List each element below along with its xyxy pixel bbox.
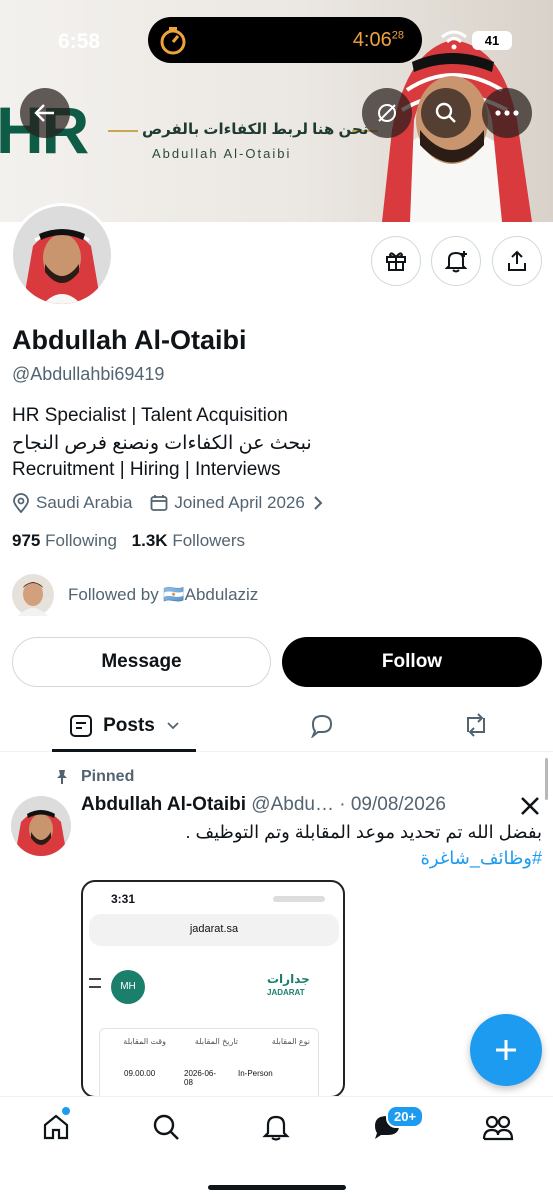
bio-line: HR Specialist | Talent Acquisition (12, 405, 289, 426)
embed-col-value: 09.00.00 (124, 1069, 156, 1078)
embed-brand-en: JADARAT (267, 988, 305, 997)
profile-handle: @Abdullahbi69419 (12, 364, 165, 384)
pin-icon (57, 770, 67, 784)
following-link[interactable]: 975 Following (12, 531, 117, 550)
profile-meta: Saudi Arabia Joined April 2026 (12, 493, 323, 513)
profile-name: Abdullah Al-Otaibi (12, 325, 247, 355)
post-media[interactable]: 3:31 jadarat.sa MH جدارات JADARAT نوع ال… (81, 880, 345, 1098)
followed-by[interactable]: Followed by 🇦🇷Abdulaziz (12, 574, 258, 616)
bell-plus-icon (444, 251, 468, 273)
location-icon (13, 493, 29, 513)
communities-icon (482, 1115, 514, 1141)
post-text: بفضل الله تم تحديد موعد المقابلة وتم الت… (185, 822, 542, 842)
embed-col-value: In-Person (238, 1069, 273, 1078)
arrow-left-icon (34, 104, 54, 122)
nav-notifications[interactable] (262, 1113, 290, 1146)
avatar-image (13, 206, 111, 304)
share-icon (508, 250, 526, 271)
dynamic-island: 4:0628 (148, 17, 422, 63)
gift-icon (386, 252, 406, 271)
profile-joined: Joined April 2026 (174, 493, 305, 512)
bio-line: نبحث عن الكفاءات ونصنع فرص النجاح (12, 433, 312, 454)
profile-tabs: Posts (0, 700, 553, 752)
banner-divider (108, 130, 138, 132)
share-button[interactable] (492, 236, 542, 286)
repost-icon (467, 713, 485, 737)
nav-messages[interactable]: 20+ (372, 1105, 425, 1146)
timer-icon (160, 27, 186, 55)
tab-reposts[interactable] (462, 712, 490, 743)
followers-link[interactable]: 1.3K Followers (132, 531, 245, 550)
embed-url-bar: jadarat.sa (89, 914, 339, 946)
nav-communities[interactable] (482, 1113, 514, 1146)
calendar-icon (151, 495, 168, 511)
more-button[interactable] (482, 88, 532, 138)
battery-indicator: 41 (472, 31, 512, 50)
post-author-avatar[interactable] (11, 796, 71, 856)
posts-icon (70, 715, 93, 737)
post-author-name[interactable]: Abdullah Al-Otaibi (81, 794, 246, 815)
embed-status-time: 3:31 (111, 892, 136, 906)
bottom-navigation: 20+ (0, 1096, 553, 1200)
profile-avatar[interactable] (10, 203, 114, 307)
embed-col-title: وقت المقابلة (123, 1037, 166, 1046)
pinned-label: Pinned (81, 768, 135, 785)
compose-button[interactable] (470, 1014, 542, 1086)
banner-tagline-ar: نحن هنا لربط الكفاءات بالفرص (142, 121, 369, 138)
embed-col-title: نوع المقابلة (271, 1037, 310, 1046)
home-indicator (208, 1185, 346, 1190)
chevron-down-icon (167, 722, 179, 730)
plus-icon (496, 1040, 516, 1060)
more-icon (495, 110, 519, 116)
post-author-handle: @Abdu… (251, 794, 334, 815)
scrollbar[interactable] (545, 758, 548, 800)
follow-counts: 975 Following 1.3K Followers (12, 531, 245, 551)
embed-url: jadarat.sa (189, 923, 239, 935)
timer-readout: 4:0628 (352, 29, 404, 51)
tab-posts[interactable]: Posts (52, 700, 196, 752)
embed-brand-ar: جدارات (267, 972, 310, 986)
embed-col-value: 2026-06-08 (184, 1069, 217, 1087)
followed-by-text: Followed by 🇦🇷Abdulaziz (68, 585, 259, 604)
nav-search[interactable] (152, 1113, 180, 1146)
post-date: · 09/08/2026 (339, 794, 446, 815)
grok-button[interactable] (362, 88, 412, 138)
gift-button[interactable] (371, 236, 421, 286)
grok-icon (378, 104, 396, 122)
home-notification-dot (62, 1107, 70, 1115)
message-button[interactable]: Message (12, 637, 271, 687)
back-button[interactable] (20, 88, 70, 138)
tab-replies[interactable] (309, 712, 335, 743)
follower-avatar (12, 574, 54, 616)
bell-icon (262, 1115, 290, 1141)
search-button[interactable] (421, 88, 471, 138)
tab-posts-label: Posts (103, 715, 155, 736)
x-logo-icon (521, 797, 539, 815)
tab-indicator (52, 749, 196, 752)
nav-home[interactable] (42, 1107, 70, 1146)
profile-location: Saudi Arabia (36, 493, 133, 512)
status-time: 6:58 (58, 30, 101, 53)
embed-menu-icon (89, 978, 101, 988)
reply-icon (310, 714, 333, 740)
embed-interview-card: نوع المقابلة تاريخ المقابلة وقت المقابلة… (99, 1028, 319, 1096)
messages-badge: 20+ (386, 1105, 425, 1128)
search-icon (435, 102, 456, 123)
profile-banner: HR نحن هنا لربط الكفاءات بالفرص Abdullah… (0, 0, 553, 222)
follow-button[interactable]: Follow (282, 637, 542, 687)
post-header: Abdullah Al-Otaibi @Abdu… · 09/08/2026 (81, 794, 446, 816)
home-icon (43, 1114, 69, 1140)
banner-tagline-en: Abdullah Al-Otaibi (152, 146, 292, 161)
wifi-icon (441, 30, 467, 50)
chevron-right-icon[interactable] (313, 495, 323, 511)
embed-status-icons (273, 896, 325, 902)
notifications-subscribe-button[interactable] (431, 236, 481, 286)
embed-avatar: MH (111, 970, 145, 1004)
post-hashtag[interactable]: #وظائف_شاغرة (81, 848, 542, 869)
search-icon (153, 1114, 179, 1140)
bio-line: Recruitment | Hiring | Interviews (12, 459, 281, 480)
embed-col-title: تاريخ المقابلة (194, 1037, 238, 1046)
